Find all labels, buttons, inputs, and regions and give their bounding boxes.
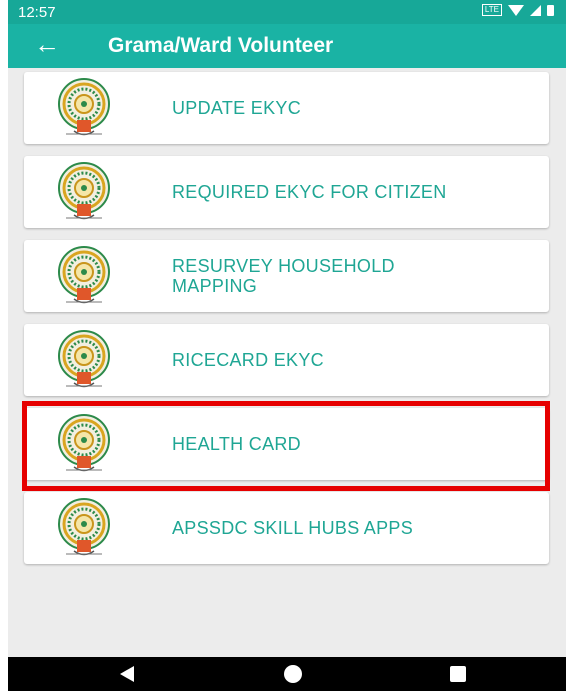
- ap-emblem-icon: [46, 496, 122, 560]
- ap-emblem-icon: [46, 328, 122, 392]
- menu-item-label: RESURVEY HOUSEHOLD MAPPING: [172, 256, 395, 296]
- lte-icon: LTE: [481, 4, 502, 16]
- arrow-left-icon[interactable]: ←: [34, 30, 60, 58]
- status-time: 12:57: [18, 4, 56, 21]
- menu-item-label: REQUIRED EKYC FOR CITIZEN: [172, 182, 447, 202]
- menu-item-label: RICECARD EKYC: [172, 350, 324, 370]
- menu-item-health-card[interactable]: HEALTH CARD: [24, 408, 549, 480]
- menu-item-ricecard-ekyc[interactable]: RICECARD EKYC: [24, 324, 549, 396]
- ap-emblem-icon: [46, 160, 122, 224]
- wifi-icon: [508, 4, 524, 16]
- battery-icon: [547, 4, 554, 16]
- menu-item-label: APSSDC SKILL HUBS APPS: [172, 518, 414, 538]
- signal-icon: [530, 4, 541, 16]
- menu-item-resurvey-household[interactable]: RESURVEY HOUSEHOLD MAPPING: [24, 240, 549, 312]
- system-nav-bar: [8, 657, 566, 691]
- page-title: Grama/Ward Volunteer: [108, 34, 334, 57]
- phone-screen: 12:57 LTE ← Grama/Ward Volunteer UPDATE …: [8, 0, 566, 691]
- nav-home-icon[interactable]: [284, 665, 302, 683]
- ap-emblem-icon: [46, 412, 122, 476]
- nav-recents-icon[interactable]: [450, 666, 466, 682]
- ap-emblem-icon: [46, 76, 122, 140]
- ap-emblem-icon: [46, 244, 122, 308]
- status-bar: 12:57 LTE: [8, 0, 566, 24]
- app-bar: ← Grama/Ward Volunteer: [8, 24, 566, 68]
- menu-item-required-ekyc[interactable]: REQUIRED EKYC FOR CITIZEN: [24, 156, 549, 228]
- menu-item-label: UPDATE EKYC: [172, 98, 301, 118]
- status-icons: LTE: [481, 4, 554, 16]
- nav-back-icon[interactable]: [120, 666, 134, 682]
- menu-item-update-ekyc[interactable]: UPDATE EKYC: [24, 72, 549, 144]
- menu-item-apssdc-skill-hubs[interactable]: APSSDC SKILL HUBS APPS: [24, 492, 549, 564]
- menu-item-label: HEALTH CARD: [172, 434, 301, 454]
